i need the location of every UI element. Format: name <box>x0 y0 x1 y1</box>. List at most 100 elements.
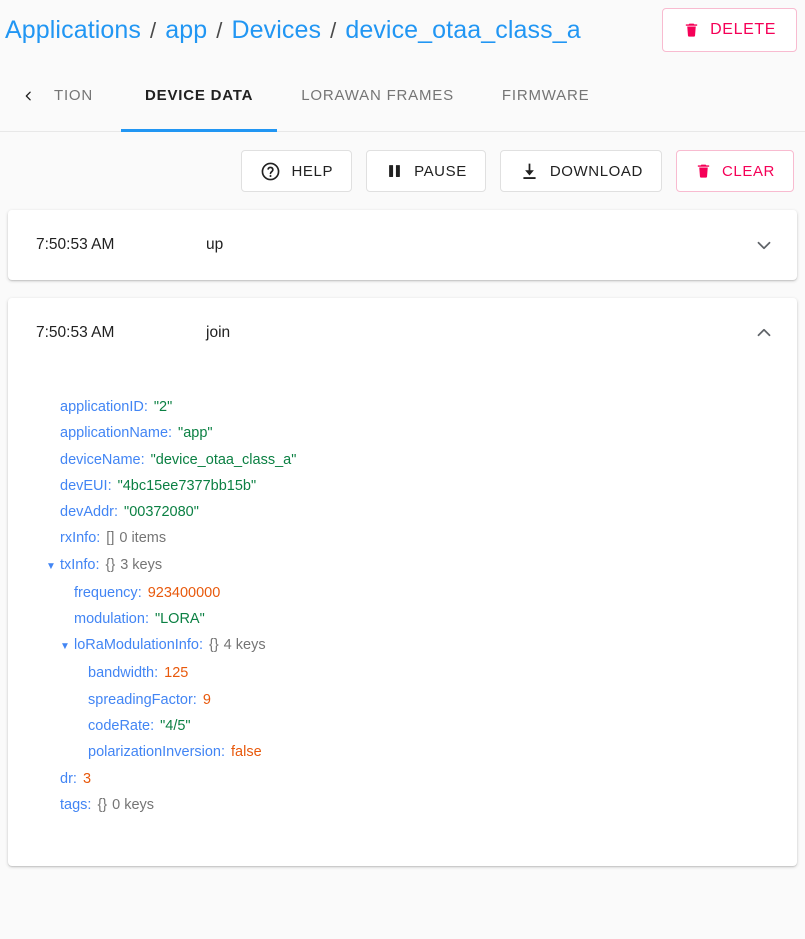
breadcrumb-separator: / <box>216 18 222 44</box>
json-brace: {} <box>97 792 107 818</box>
tab-firmware[interactable]: FIRMWARE <box>478 60 614 132</box>
breadcrumb-separator: / <box>330 18 336 44</box>
json-colon: : <box>199 632 203 658</box>
json-key: applicationName <box>60 420 168 446</box>
triangle-down-icon[interactable]: ▼ <box>60 634 74 660</box>
json-colon: : <box>145 606 149 632</box>
event-type: join <box>206 324 753 342</box>
json-row: polarizationInversion:false <box>8 739 797 765</box>
json-value: "LORA" <box>155 606 205 632</box>
event-type: up <box>206 236 753 254</box>
json-colon: : <box>221 739 225 765</box>
tab-bar: TION DEVICE DATA LORAWAN FRAMES FIRMWARE <box>0 60 805 132</box>
chevron-up-icon <box>753 322 775 344</box>
json-row: devEUI:"4bc15ee7377bb15b" <box>8 473 797 499</box>
json-row: frequency:923400000 <box>8 580 797 606</box>
json-colon: : <box>73 766 77 792</box>
json-key: spreadingFactor <box>88 687 193 713</box>
clear-button-label: CLEAR <box>722 164 775 179</box>
json-key: txInfo <box>60 552 95 578</box>
json-colon: : <box>95 552 99 578</box>
json-value: "4/5" <box>160 713 190 739</box>
delete-button-label: DELETE <box>710 22 776 38</box>
event-card-header[interactable]: 7:50:53 AM up <box>8 210 797 280</box>
json-colon: : <box>96 525 100 551</box>
json-value: "4bc15ee7377bb15b" <box>118 473 257 499</box>
json-row: ▼txInfo: {}3 keys <box>8 552 797 580</box>
json-colon: : <box>154 660 158 686</box>
triangle-down-icon[interactable]: ▼ <box>46 554 60 580</box>
json-key: codeRate <box>88 713 150 739</box>
tab-firmware-label: FIRMWARE <box>502 87 590 104</box>
breadcrumb-item-0[interactable]: Applications <box>5 16 141 45</box>
json-colon: : <box>138 580 142 606</box>
json-row: spreadingFactor:9 <box>8 687 797 713</box>
json-key: dr <box>60 766 73 792</box>
json-value: "2" <box>154 394 172 420</box>
json-colon: : <box>193 687 197 713</box>
json-colon: : <box>141 447 145 473</box>
json-colon: : <box>144 394 148 420</box>
tab-configuration-label: TION <box>54 87 93 104</box>
page-header: Applications/app/Devices/device_otaa_cla… <box>0 0 805 60</box>
json-value: "device_otaa_class_a" <box>151 447 297 473</box>
chevron-left-icon <box>22 86 35 106</box>
pause-icon <box>385 161 404 181</box>
event-collapse-toggle[interactable] <box>753 322 775 344</box>
trash-icon <box>683 20 700 40</box>
json-key: bandwidth <box>88 660 154 686</box>
tab-lorawan-frames[interactable]: LORAWAN FRAMES <box>277 60 478 132</box>
json-count: 4 keys <box>224 632 266 658</box>
json-key: tags <box>60 792 87 818</box>
json-value: 3 <box>83 766 91 792</box>
json-count: 3 keys <box>120 552 162 578</box>
help-circle-icon <box>260 161 281 182</box>
json-colon: : <box>150 713 154 739</box>
json-brace: {} <box>209 632 219 658</box>
json-row: rxInfo:[]0 items <box>8 525 797 551</box>
json-row: applicationID: "2" <box>8 394 797 420</box>
breadcrumb-item-3[interactable]: device_otaa_class_a <box>345 16 580 45</box>
json-row: codeRate:"4/5" <box>8 713 797 739</box>
json-count: 0 keys <box>112 792 154 818</box>
json-brace: [] <box>106 525 114 551</box>
json-key: devEUI <box>60 473 108 499</box>
json-key: loRaModulationInfo <box>74 632 199 658</box>
trash-icon <box>695 161 712 181</box>
breadcrumb-item-2[interactable]: Devices <box>231 16 321 45</box>
event-time: 7:50:53 AM <box>36 324 206 342</box>
json-value: 125 <box>164 660 188 686</box>
tab-configuration[interactable]: TION <box>48 60 121 132</box>
event-list: 7:50:53 AM up 7:50:53 AM join applicatio… <box>0 210 805 892</box>
event-expand-toggle[interactable] <box>753 234 775 256</box>
json-key: frequency <box>74 580 138 606</box>
tab-device-data[interactable]: DEVICE DATA <box>121 60 277 132</box>
json-key: devAddr <box>60 499 114 525</box>
json-row: dr:3 <box>8 766 797 792</box>
json-key: applicationID <box>60 394 144 420</box>
help-button-label: HELP <box>291 164 333 179</box>
json-row: modulation:"LORA" <box>8 606 797 632</box>
json-colon: : <box>114 499 118 525</box>
json-row: ▼loRaModulationInfo:{}4 keys <box>8 632 797 660</box>
breadcrumb-item-1[interactable]: app <box>165 16 207 45</box>
download-button-label: DOWNLOAD <box>550 164 643 179</box>
download-button[interactable]: DOWNLOAD <box>500 150 662 192</box>
tabs-scroll-left-button[interactable] <box>22 86 48 106</box>
json-row: applicationName:"app" <box>8 420 797 446</box>
delete-button[interactable]: DELETE <box>662 8 797 52</box>
json-value: 923400000 <box>148 580 221 606</box>
json-count: 0 items <box>119 525 166 551</box>
pause-button-label: PAUSE <box>414 164 467 179</box>
download-icon <box>519 161 540 182</box>
chevron-down-icon <box>753 234 775 256</box>
event-card-header[interactable]: 7:50:53 AM join <box>8 298 797 368</box>
event-time: 7:50:53 AM <box>36 236 206 254</box>
json-value: "00372080" <box>124 499 199 525</box>
json-value: 9 <box>203 687 211 713</box>
clear-button[interactable]: CLEAR <box>676 150 794 192</box>
help-button[interactable]: HELP <box>241 150 352 192</box>
json-brace: {} <box>106 552 116 578</box>
event-payload-json-viewer: applicationID: "2"applicationName:"app" de… <box>8 368 797 866</box>
pause-button[interactable]: PAUSE <box>366 150 486 192</box>
